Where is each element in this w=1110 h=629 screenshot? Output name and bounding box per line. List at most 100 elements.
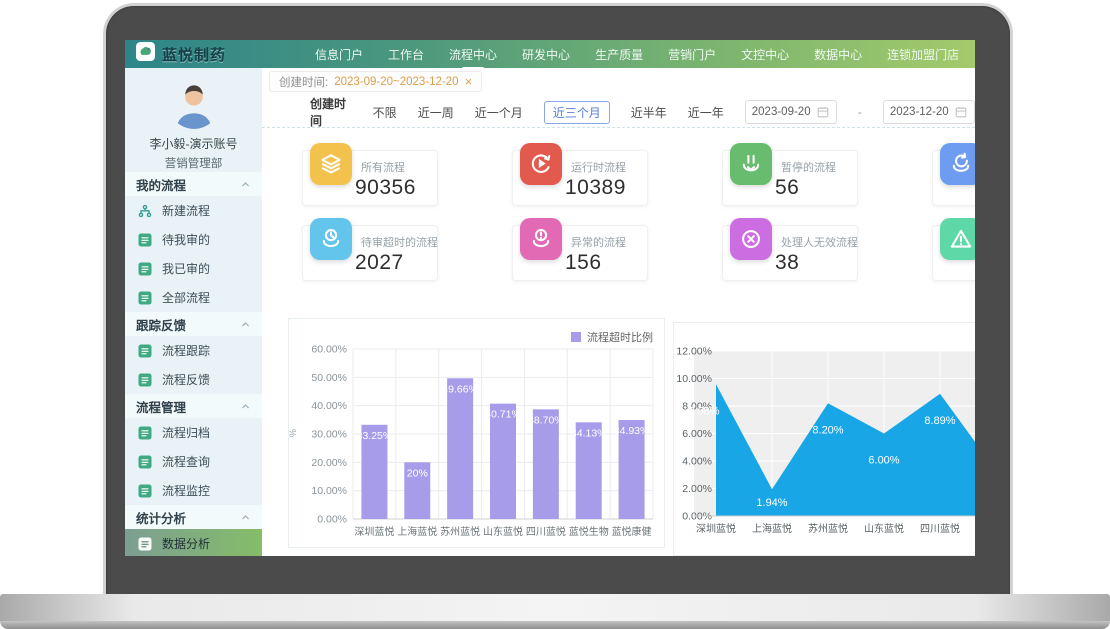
stat-card-value: 10389: [565, 176, 647, 200]
sidebar-item-全部流程[interactable]: 全部流程: [125, 283, 262, 312]
sidebar-item-我已审的[interactable]: 我已审的: [125, 254, 262, 283]
svg-text:50.00%: 50.00%: [311, 372, 347, 384]
sidebar-item-流程归档[interactable]: 流程归档: [125, 418, 262, 447]
nav-item-连锁加盟门店[interactable]: 连锁加盟门店: [887, 46, 959, 63]
stat-card-text: 运行时流程10389: [571, 151, 647, 200]
stat-card-value: 2027: [355, 251, 437, 275]
bar-chart-panel: 0.00%10.00%20.00%30.00%40.00%50.00%60.00…: [288, 318, 665, 548]
svg-text:10.00%: 10.00%: [311, 485, 347, 497]
sidebar-menu: 我的流程新建流程待我审的我已审的全部流程跟踪反馈流程跟踪流程反馈流程管理流程归档…: [125, 172, 262, 556]
sidebar-item-流程跟踪[interactable]: 流程跟踪: [125, 336, 262, 365]
sidebar-item-流程监控[interactable]: 流程监控: [125, 476, 262, 505]
svg-text:34.93%: 34.93%: [614, 425, 650, 437]
nav-item-工作台[interactable]: 工作台: [388, 46, 424, 63]
date-to-input[interactable]: 2023-12-20: [883, 100, 975, 124]
filter-option-不限[interactable]: 不限: [373, 104, 397, 121]
svg-text:深圳蓝悦: 深圳蓝悦: [696, 522, 736, 535]
chevron-up-icon: [240, 512, 251, 523]
alert-tray-icon: [528, 226, 554, 252]
brand-logo-icon: [136, 42, 155, 66]
sidebar-item-新建流程[interactable]: 新建流程: [125, 196, 262, 225]
sidebar-item-待我审的[interactable]: 待我审的: [125, 225, 262, 254]
x-circle-icon: [738, 226, 764, 252]
chevron-up-icon: [240, 319, 251, 330]
filter-tag-value: 2023-09-20~2023-12-20: [334, 76, 458, 88]
sidebar-item-流程反馈[interactable]: 流程反馈: [125, 365, 262, 394]
stat-card-异常的流程: 异常的流程156: [512, 225, 648, 281]
stat-card-label: 运行时流程: [571, 159, 647, 175]
document-icon: [138, 291, 152, 305]
stat-card-icon: [310, 218, 352, 260]
filter-option-近一年[interactable]: 近一年: [688, 104, 724, 121]
stat-card-label: 待审超时的流程: [361, 234, 437, 250]
sidebar-item-数据分析[interactable]: 数据分析: [125, 529, 262, 556]
nav-item-文控中心[interactable]: 文控中心: [741, 46, 789, 63]
nav-item-信息门户[interactable]: 信息门户: [315, 46, 363, 63]
sidebar-item-流程查询[interactable]: 流程查询: [125, 447, 262, 476]
play-cycle-icon: [528, 151, 554, 177]
sidebar: 李小毅-演示账号 营销管理部 我的流程新建流程待我审的我已审的全部流程跟踪反馈流…: [125, 68, 262, 556]
layers-icon: [318, 151, 344, 177]
avatar[interactable]: [168, 77, 220, 129]
filter-tag-label: 创建时间:: [279, 74, 328, 90]
sidebar-section-title: 我的流程: [136, 175, 186, 194]
document-icon: [138, 344, 152, 358]
svg-text:49.66%: 49.66%: [442, 383, 478, 395]
filter-options: 不限 近一周 近一个月 近三个月 近半年 近一年: [373, 101, 724, 124]
stat-card-icon: [310, 143, 352, 185]
filter-row-label: 创建时间: [310, 95, 352, 129]
brand-logo[interactable]: 蓝悦制药: [125, 42, 315, 66]
stat-card-暂停的流程: 暂停的流程56: [722, 150, 858, 206]
user-department: 营销管理部: [125, 155, 262, 171]
clock-tray-icon: [318, 226, 344, 252]
sidebar-item-label: 流程反馈: [162, 371, 210, 388]
svg-text:40.00%: 40.00%: [311, 400, 347, 412]
nav-item-生产质量[interactable]: 生产质量: [595, 46, 643, 63]
stat-card-value: 156: [565, 251, 647, 275]
sidebar-item-label: 流程查询: [162, 453, 210, 470]
main-content: 创建时间: 2023-09-20~2023-12-20 × 创建时间 不限 近一周…: [262, 68, 975, 556]
filter-option-近一个月[interactable]: 近一个月: [475, 104, 523, 121]
stat-card-text: 异常的流程156: [571, 226, 647, 275]
svg-text:60.00%: 60.00%: [311, 344, 347, 356]
sidebar-section-统计分析[interactable]: 统计分析: [125, 505, 262, 529]
svg-text:流程超时比例: 流程超时比例: [587, 330, 653, 344]
laptop-base: [0, 594, 1110, 621]
stat-card-text: 处理人无效流程38: [781, 226, 857, 275]
filter-option-近三个月[interactable]: 近三个月: [544, 101, 610, 124]
stat-card: [932, 225, 975, 281]
date-from-input[interactable]: 2023-09-20: [745, 100, 837, 124]
brand-name: 蓝悦制药: [162, 44, 226, 65]
nav-item-研发中心[interactable]: 研发中心: [522, 46, 570, 63]
svg-text:1.94%: 1.94%: [756, 497, 787, 509]
svg-text:四川蓝悦: 四川蓝悦: [920, 522, 960, 535]
user-name: 李小毅-演示账号: [125, 135, 262, 152]
filter-option-近半年[interactable]: 近半年: [631, 104, 667, 121]
close-icon[interactable]: ×: [465, 75, 473, 88]
sidebar-item-label: 全部流程: [162, 289, 210, 306]
sidebar-section-跟踪反馈[interactable]: 跟踪反馈: [125, 312, 262, 336]
sidebar-section-我的流程[interactable]: 我的流程: [125, 172, 262, 196]
filter-option-近一周[interactable]: 近一周: [418, 104, 454, 121]
nav-item-数据中心[interactable]: 数据中心: [814, 46, 862, 63]
stat-card-text: 待审超时的流程2027: [361, 226, 437, 275]
svg-text:4.00%: 4.00%: [682, 456, 712, 468]
svg-text:上海蓝悦: 上海蓝悦: [397, 525, 437, 538]
sidebar-section-流程管理[interactable]: 流程管理: [125, 394, 262, 418]
sidebar-item-label: 流程监控: [162, 482, 210, 499]
nav-item-流程中心[interactable]: 流程中心: [449, 46, 497, 63]
date-from-value: 2023-09-20: [752, 106, 811, 118]
svg-text:蓝悦生物: 蓝悦生物: [569, 525, 609, 538]
nav-item-营销门户[interactable]: 营销门户: [668, 46, 716, 63]
svg-text:山东蓝悦: 山东蓝悦: [864, 522, 904, 535]
svg-text:8.20%: 8.20%: [812, 424, 843, 436]
svg-text:深圳蓝悦: 深圳蓝悦: [354, 525, 394, 538]
user-profile: 李小毅-演示账号 营销管理部: [125, 68, 262, 172]
stat-card: [932, 150, 975, 206]
stat-card-label: 所有流程: [361, 159, 437, 175]
laptop-screen: 蓝悦制药 信息门户 工作台 流程中心 研发中心 生产质量 营销门户 文控中心 数据中心 连锁加盟…: [125, 40, 975, 556]
laptop-base-lip: [0, 621, 1110, 629]
svg-text:33.25%: 33.25%: [357, 430, 393, 442]
svg-text:上海蓝悦: 上海蓝悦: [752, 522, 792, 535]
sidebar-section-title: 跟踪反馈: [136, 315, 186, 334]
